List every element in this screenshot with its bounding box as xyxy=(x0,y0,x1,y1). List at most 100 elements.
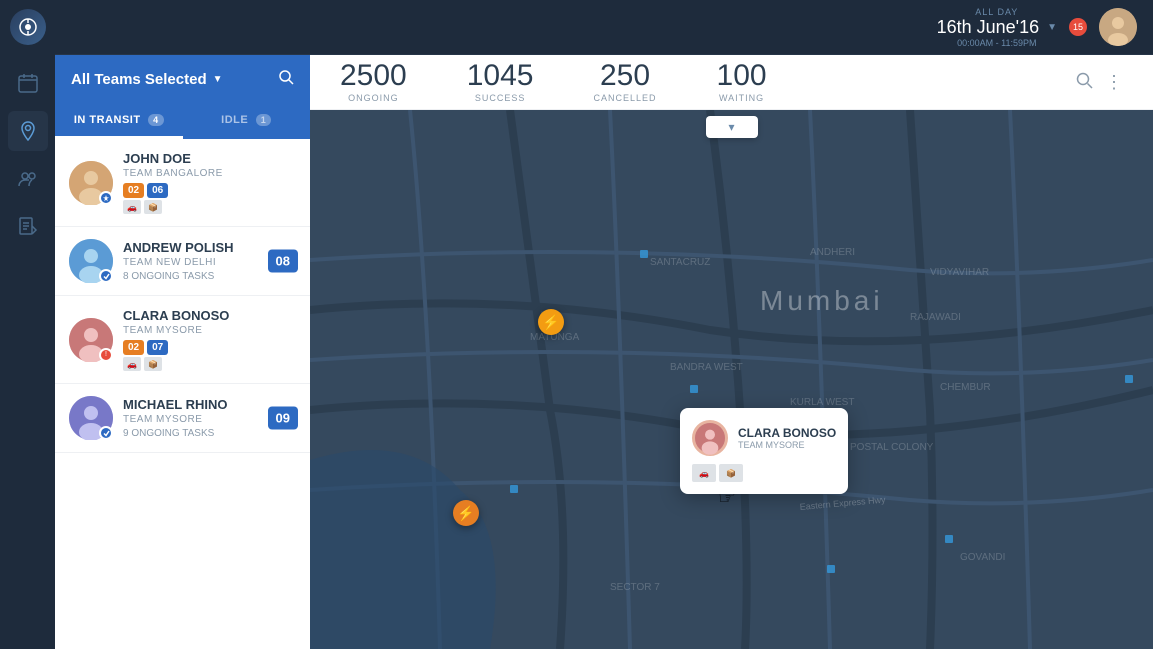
svg-text:Mumbai: Mumbai xyxy=(760,285,884,316)
map-marker-lightning-1[interactable]: ⚡ xyxy=(538,309,564,335)
agent-name-clara: CLARA BONOSO xyxy=(123,308,296,323)
agent-avatar-clara: ! xyxy=(69,318,113,362)
mini-icon-box2: 📦 xyxy=(144,357,162,371)
tab-in-transit[interactable]: IN TRANSIT 4 xyxy=(55,104,183,139)
sidebar-item-calendar[interactable] xyxy=(8,63,48,103)
more-options-button[interactable]: ⋮ xyxy=(1105,72,1123,93)
popup-mini-icon-1: 🚗 xyxy=(692,464,716,482)
notification-badge[interactable]: 15 xyxy=(1069,18,1087,36)
agent-avatar-john xyxy=(69,161,113,205)
stat-cancelled: 250 CANCELLED xyxy=(594,61,657,103)
stats-actions: ⋮ xyxy=(1075,71,1123,94)
svg-text:POSTAL COLONY: POSTAL COLONY xyxy=(850,442,934,453)
svg-text:SECTOR 7: SECTOR 7 xyxy=(610,582,660,593)
date-area: ALL DAY 16th June'16 ▼ 00:00AM - 11:59PM xyxy=(937,7,1057,48)
svg-text:VIDYAVIHAR: VIDYAVIHAR xyxy=(930,267,989,278)
user-avatar[interactable] xyxy=(1099,8,1137,46)
sidebar xyxy=(0,55,55,649)
stat-cancelled-label: CANCELLED xyxy=(594,93,657,103)
date-time: 00:00AM - 11:59PM xyxy=(937,38,1057,48)
tab-in-transit-count: 4 xyxy=(148,114,164,126)
agent-avatar-andrew xyxy=(69,239,113,283)
date-value: 16th June'16 xyxy=(937,17,1040,38)
tab-idle[interactable]: IDLE 1 xyxy=(183,104,311,139)
sidebar-item-map[interactable] xyxy=(8,111,48,151)
agent-tasks-andrew: 8 ONGOING TASKS xyxy=(123,271,296,282)
popup-name: CLARA BONOSO xyxy=(738,426,836,440)
panel-title: All Teams Selected ▼ xyxy=(71,71,223,88)
search-icon[interactable] xyxy=(278,69,294,90)
logo-area xyxy=(0,0,55,55)
badge-john-1: 02 xyxy=(123,183,144,198)
map-popup: CLARA BONOSO TEAM MYSORE 🚗 📦 xyxy=(680,408,848,494)
popup-badges: 🚗 📦 xyxy=(692,464,836,482)
avatar-status-michael xyxy=(99,426,113,440)
agent-badges-clara: 02 07 xyxy=(123,340,296,355)
chevron-down-icon[interactable]: ▼ xyxy=(213,74,223,85)
badge-clara-1: 02 xyxy=(123,340,144,355)
popup-mini-icon-2: 📦 xyxy=(719,464,743,482)
stat-success-number: 1045 xyxy=(467,61,534,91)
stat-ongoing-number: 2500 xyxy=(340,61,407,91)
avatar-status-andrew xyxy=(99,269,113,283)
popup-team: TEAM MYSORE xyxy=(738,440,836,450)
stat-waiting-number: 100 xyxy=(717,61,767,91)
mini-icon-box: 📦 xyxy=(144,200,162,214)
agent-info-john: JOHN DOE TEAM BANGALORE 02 06 🚗 📦 xyxy=(123,151,296,214)
badge-john-2: 06 xyxy=(147,183,168,198)
svg-text:RAJAWADI: RAJAWADI xyxy=(910,312,961,323)
stat-ongoing-label: ONGOING xyxy=(340,93,407,103)
map-collapse-button[interactable]: ▾ xyxy=(706,116,758,138)
agent-name-john: JOHN DOE xyxy=(123,151,296,166)
agent-item-michael[interactable]: MICHAEL RHINO TEAM MYSORE 9 ONGOING TASK… xyxy=(55,384,310,453)
left-panel: All Teams Selected ▼ IN TRANSIT 4 IDLE 1 xyxy=(55,55,310,649)
app-logo[interactable] xyxy=(10,9,46,45)
panel-header: All Teams Selected ▼ xyxy=(55,55,310,104)
stat-success: 1045 SUCCESS xyxy=(467,61,534,103)
agent-tasks-michael: 9 ONGOING TASKS xyxy=(123,428,296,439)
agent-list: JOHN DOE TEAM BANGALORE 02 06 🚗 📦 xyxy=(55,139,310,649)
map-marker-lightning-2[interactable]: ⚡ xyxy=(453,500,479,526)
stat-waiting: 100 WAITING xyxy=(717,61,767,103)
agent-info-clara: CLARA BONOSO TEAM MYSORE 02 07 🚗 📦 xyxy=(123,308,296,371)
svg-text:SANTACRUZ: SANTACRUZ xyxy=(650,257,710,268)
stat-waiting-label: WAITING xyxy=(717,93,767,103)
popup-header: CLARA BONOSO TEAM MYSORE xyxy=(692,420,836,456)
stats-bar: 2500 ONGOING 1045 SUCCESS 250 CANCELLED … xyxy=(310,55,1153,110)
agent-item-clara[interactable]: ! CLARA BONOSO TEAM MYSORE 02 07 🚗 📦 xyxy=(55,296,310,384)
mini-icon-car2: 🚗 xyxy=(123,357,141,371)
avatar-status-john xyxy=(99,191,113,205)
agent-icons-john: 🚗 📦 xyxy=(123,200,296,214)
agent-item-andrew[interactable]: ANDREW POLISH TEAM NEW DELHI 8 ONGOING T… xyxy=(55,227,310,296)
tab-in-transit-label: IN TRANSIT xyxy=(74,114,141,126)
sidebar-item-teams[interactable] xyxy=(8,159,48,199)
date-arrow[interactable]: ▼ xyxy=(1047,22,1057,33)
popup-avatar xyxy=(692,420,728,456)
agent-badges-john: 02 06 xyxy=(123,183,296,198)
tab-idle-count: 1 xyxy=(256,114,272,126)
sidebar-item-reports[interactable] xyxy=(8,207,48,247)
stat-success-label: SUCCESS xyxy=(467,93,534,103)
top-nav: ALL DAY 16th June'16 ▼ 00:00AM - 11:59PM… xyxy=(0,0,1153,55)
tab-idle-label: IDLE xyxy=(221,114,248,126)
svg-text:ANDHERI: ANDHERI xyxy=(810,247,855,258)
avatar-status-clara: ! xyxy=(99,348,113,362)
nav-right: ALL DAY 16th June'16 ▼ 00:00AM - 11:59PM… xyxy=(937,7,1153,48)
agent-team-john: TEAM BANGALORE xyxy=(123,168,296,179)
agent-icons-clara: 🚗 📦 xyxy=(123,357,296,371)
svg-text:CHEMBUR: CHEMBUR xyxy=(940,382,991,393)
agent-avatar-michael xyxy=(69,396,113,440)
map-svg: Mumbai SANTACRUZ ANDHERI VIDYAVIHAR RAJA… xyxy=(310,110,1153,649)
panel-title-text: All Teams Selected xyxy=(71,71,207,88)
search-button[interactable] xyxy=(1075,71,1093,94)
map-area[interactable]: Mumbai SANTACRUZ ANDHERI VIDYAVIHAR RAJA… xyxy=(310,110,1153,649)
svg-text:GOVANDI: GOVANDI xyxy=(960,552,1005,563)
agent-item-john[interactable]: JOHN DOE TEAM BANGALORE 02 06 🚗 📦 xyxy=(55,139,310,227)
agent-team-clara: TEAM MYSORE xyxy=(123,325,296,336)
tabs-bar: IN TRANSIT 4 IDLE 1 xyxy=(55,104,310,139)
svg-text:KURLA WEST: KURLA WEST xyxy=(790,397,854,408)
badge-count-andrew: 08 xyxy=(268,250,298,273)
stat-cancelled-number: 250 xyxy=(594,61,657,91)
svg-text:BANDRA WEST: BANDRA WEST xyxy=(670,362,743,373)
date-label: ALL DAY xyxy=(937,7,1057,17)
